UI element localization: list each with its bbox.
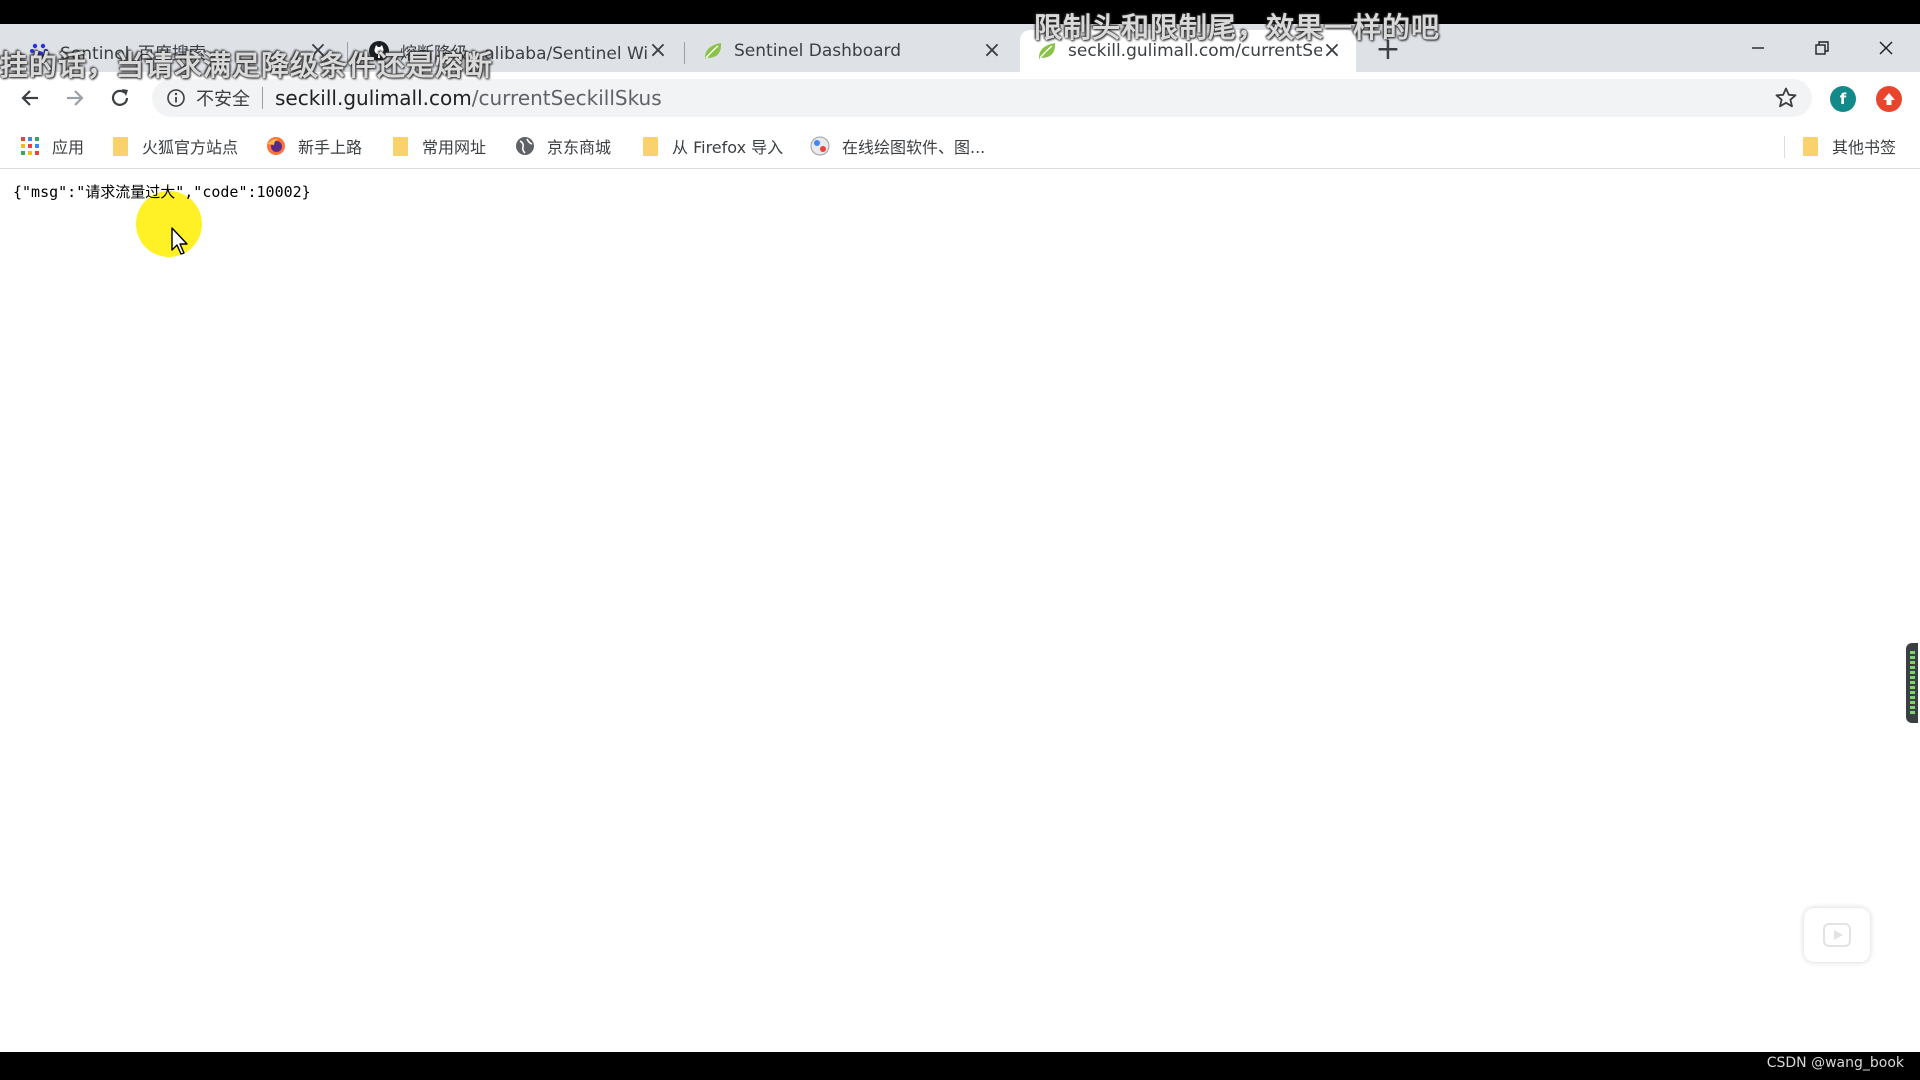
play-icon: [1823, 923, 1851, 947]
back-button[interactable]: [12, 80, 48, 116]
bookmarks-bar: 应用 火狐官方站点 新手上路 常用网址 京东商城 从 Firefox 导入 在线…: [0, 124, 1920, 169]
folder-icon: [110, 136, 130, 156]
firefox-icon: [266, 136, 286, 156]
reload-icon: [111, 89, 129, 106]
close-icon[interactable]: ×: [982, 40, 1002, 62]
bookmark-label: 从 Firefox 导入: [672, 138, 784, 157]
bookmark-label: 其他书签: [1832, 138, 1897, 157]
extension-upload-icon[interactable]: [1876, 86, 1902, 112]
tab-sentinel-dashboard[interactable]: Sentinel Dashboard ×: [686, 30, 1016, 72]
restore-button[interactable]: [1790, 24, 1854, 72]
reload-button[interactable]: [102, 80, 138, 116]
folder-icon: [390, 136, 410, 156]
url-host: seckill.gulimall.com: [275, 86, 472, 110]
bookmark-label: 火狐官方站点: [142, 138, 239, 157]
bookmark-label: 常用网址: [422, 138, 487, 157]
address-bar[interactable]: 不安全 seckill.gulimall.com/currentSeckillS…: [152, 79, 1812, 117]
bookmark-online-drawing[interactable]: 在线绘图软件、图...: [810, 134, 985, 158]
bookmark-common-sites[interactable]: 常用网址: [390, 134, 486, 158]
arrow-up-icon: [1883, 93, 1895, 105]
level-meter: [1910, 651, 1915, 715]
tab-separator: [684, 42, 685, 64]
star-icon[interactable]: [1774, 86, 1798, 110]
address-divider: [262, 87, 263, 109]
minimize-button[interactable]: [1726, 24, 1790, 72]
subtitle-left: 挂的话，当请求满足降级条件还是熔断: [0, 49, 494, 82]
watermark-credit: CSDN @wang_book: [1766, 1055, 1904, 1071]
bookmark-label: 应用: [52, 138, 85, 157]
apps-grid-icon: [20, 136, 40, 156]
bookmark-firefox-official[interactable]: 火狐官方站点: [110, 134, 238, 158]
bookmark-getting-started[interactable]: 新手上路: [266, 134, 362, 158]
video-play-button[interactable]: [1804, 908, 1870, 962]
bookmark-label: 京东商城: [547, 138, 612, 157]
browser-window: Sentinel_百度搜索 × 熔断降级 · alibaba/Sentinel …: [0, 24, 1920, 1052]
extension-f-icon[interactable]: f: [1830, 86, 1856, 112]
close-icon[interactable]: ×: [648, 40, 668, 62]
json-response-text: {"msg":"请求流量过大","code":10002}: [13, 183, 311, 201]
info-icon[interactable]: [166, 88, 186, 108]
bookmark-jd-mall[interactable]: 京东商城: [515, 134, 611, 158]
mouse-pointer-icon: [171, 227, 188, 255]
leaf-icon: [702, 40, 724, 62]
bookmark-label: 新手上路: [298, 138, 363, 157]
close-icon: [1879, 41, 1893, 55]
restore-icon: [1815, 41, 1829, 55]
bookmark-separator: [1784, 136, 1785, 158]
folder-icon: [640, 136, 660, 156]
arrow-right-icon: [67, 90, 84, 106]
globe-icon: [515, 136, 535, 156]
drawing-app-icon: [810, 136, 830, 156]
page-content: {"msg":"请求流量过大","code":10002}: [0, 169, 1920, 1052]
bookmark-other-bookmarks[interactable]: 其他书签: [1800, 134, 1896, 158]
tab-title: Sentinel Dashboard: [734, 41, 902, 61]
subtitle-top: 限制头和限制尾，效果一样的吧: [1034, 11, 1441, 44]
forward-button[interactable]: [57, 80, 93, 116]
bookmark-import-firefox[interactable]: 从 Firefox 导入: [640, 134, 783, 158]
bookmark-apps[interactable]: 应用: [20, 134, 84, 158]
security-status[interactable]: 不安全: [196, 85, 250, 111]
folder-icon: [1800, 136, 1820, 156]
minimize-icon: [1752, 47, 1764, 49]
close-window-button[interactable]: [1854, 24, 1918, 72]
arrow-left-icon: [21, 90, 38, 106]
url-path: /currentSeckillSkus: [471, 86, 662, 110]
bookmark-label: 在线绘图软件、图...: [842, 138, 986, 157]
video-bottom-bar: [0, 1052, 1920, 1080]
side-panel-handle[interactable]: [1906, 643, 1918, 723]
